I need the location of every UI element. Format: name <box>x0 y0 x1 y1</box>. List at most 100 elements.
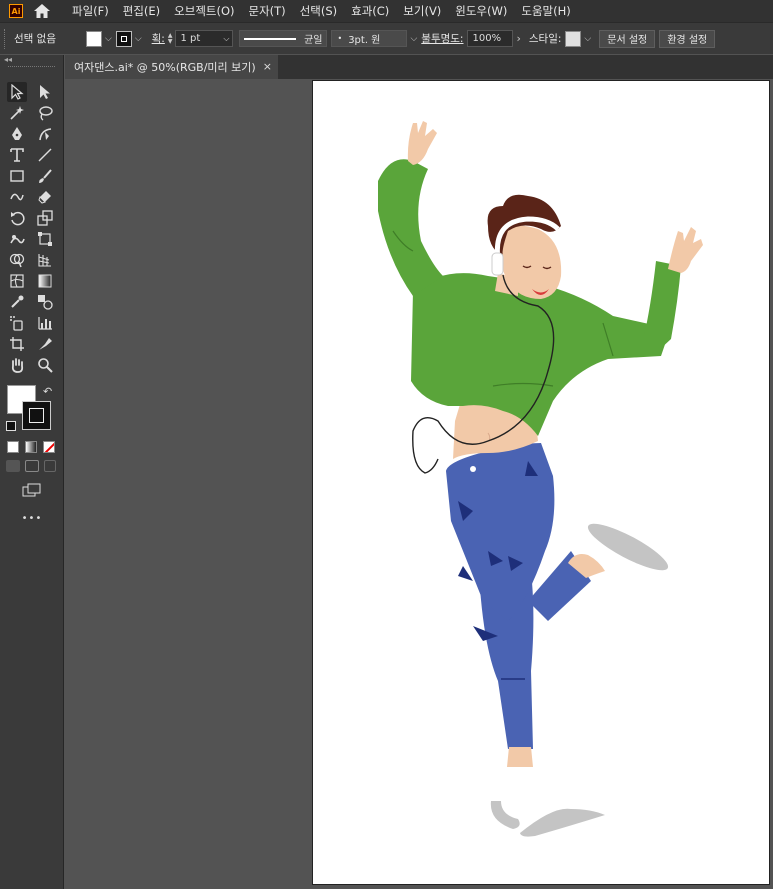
panel-grip[interactable] <box>4 28 8 49</box>
gradient-tool[interactable] <box>35 271 55 291</box>
lasso-icon <box>39 106 53 121</box>
document-setup-button[interactable]: 문서 설정 <box>599 29 656 48</box>
menu-window[interactable]: 윈도우(W) <box>448 3 514 19</box>
stroke-swatch[interactable] <box>115 30 132 47</box>
headphone-cup <box>491 252 504 276</box>
dancing-woman-illustration[interactable] <box>313 81 771 886</box>
mesh-icon <box>10 274 24 288</box>
eraser-icon <box>38 191 51 204</box>
stroke-weight-field[interactable]: 1 pt ⌵ <box>175 30 234 47</box>
draw-behind-icon[interactable] <box>25 460 39 472</box>
symbol-sprayer-tool[interactable] <box>7 313 27 333</box>
gradient-icon <box>38 274 52 288</box>
menu-type[interactable]: 문자(T) <box>242 3 293 19</box>
document-tab[interactable]: 여자댄스.ai* @ 50%(RGB/미리 보기) × <box>65 55 278 79</box>
artboard-tool[interactable] <box>7 334 27 354</box>
shoe-shadow-right <box>520 808 605 837</box>
menu-effect[interactable]: 효과(C) <box>344 3 396 19</box>
collapse-panel-icon[interactable]: ◂◂ <box>0 55 63 71</box>
pen-tool[interactable] <box>7 124 27 144</box>
tools-panel: ◂◂ ↶ ••• <box>0 55 64 889</box>
menu-file[interactable]: 파일(F) <box>65 3 116 19</box>
stroke-color-box[interactable] <box>22 401 51 430</box>
menu-object[interactable]: 오브젝트(O) <box>167 3 241 19</box>
free-transform-tool[interactable] <box>35 229 55 249</box>
brush-dropdown-icon[interactable]: ⌵ <box>410 34 417 44</box>
menu-bar: Ai 파일(F) 편집(E) 오브젝트(O) 문자(T) 선택(S) 효과(C)… <box>0 0 773 22</box>
home-icon[interactable] <box>33 2 51 20</box>
selection-tool[interactable] <box>7 82 27 102</box>
pen-icon <box>12 127 22 140</box>
style-label: 스타일: <box>528 33 562 45</box>
shape-builder-tool[interactable] <box>7 250 27 270</box>
symbol-sprayer-icon <box>10 316 23 331</box>
gradient-mode-icon[interactable] <box>25 441 37 453</box>
canvas[interactable] <box>65 79 773 889</box>
artboard[interactable] <box>312 80 770 885</box>
chevron-down-icon[interactable]: ⌵ <box>223 34 229 44</box>
edit-toolbar-icon[interactable]: ••• <box>0 513 64 524</box>
scale-tool[interactable] <box>35 208 55 228</box>
stroke-profile-select[interactable]: 균일 <box>239 30 328 47</box>
brush-select[interactable]: • 3pt. 원 <box>331 30 408 47</box>
type-tool[interactable] <box>7 145 27 165</box>
rotate-tool[interactable] <box>7 208 27 228</box>
paintbrush-tool[interactable] <box>35 166 55 186</box>
menu-help[interactable]: 도움말(H) <box>514 3 577 19</box>
menu-select[interactable]: 선택(S) <box>293 3 344 19</box>
hand-icon <box>11 358 24 373</box>
shaper-icon <box>10 193 24 201</box>
blend-tool[interactable] <box>35 292 55 312</box>
left-hand <box>407 121 437 165</box>
document-tab-bar: 여자댄스.ai* @ 50%(RGB/미리 보기) × <box>65 55 773 79</box>
perspective-grid-tool[interactable] <box>35 250 55 270</box>
slice-icon <box>39 338 52 350</box>
perspective-grid-icon <box>38 254 51 267</box>
app-logo: Ai <box>9 4 23 18</box>
rectangle-tool[interactable] <box>7 166 27 186</box>
eyedropper-icon <box>11 295 24 308</box>
opacity-label[interactable]: 불투명도: <box>421 31 463 46</box>
fill-dropdown-icon[interactable]: ⌵ <box>105 34 112 44</box>
draw-normal-icon[interactable] <box>6 460 20 472</box>
style-swatch[interactable] <box>565 30 582 47</box>
zoom-tool[interactable] <box>35 355 55 375</box>
swap-fill-stroke-icon[interactable]: ↶ <box>43 385 52 398</box>
slice-tool[interactable] <box>35 334 55 354</box>
close-icon[interactable]: × <box>263 60 272 73</box>
mesh-tool[interactable] <box>7 271 27 291</box>
line-segment-tool[interactable] <box>35 145 55 165</box>
default-colors-icon[interactable] <box>6 421 16 431</box>
curvature-tool[interactable] <box>35 124 55 144</box>
eyedropper-tool[interactable] <box>7 292 27 312</box>
none-mode-icon[interactable] <box>43 441 55 453</box>
column-graph-icon <box>38 317 52 330</box>
artboard-icon <box>10 337 24 351</box>
magic-wand-tool[interactable] <box>7 103 27 123</box>
stroke-label[interactable]: 획: <box>152 31 165 46</box>
preferences-button[interactable]: 환경 설정 <box>659 29 716 48</box>
hand-tool[interactable] <box>7 355 27 375</box>
scale-icon <box>37 210 53 226</box>
opacity-value: 100% <box>472 33 502 44</box>
shaper-tool[interactable] <box>7 187 27 207</box>
eraser-tool[interactable] <box>35 187 55 207</box>
chevron-right-icon[interactable]: › <box>516 32 520 45</box>
lasso-tool[interactable] <box>35 103 55 123</box>
type-icon <box>10 148 24 162</box>
screen-mode-icon[interactable] <box>22 483 42 497</box>
column-graph-tool[interactable] <box>35 313 55 333</box>
draw-inside-icon[interactable] <box>44 460 56 472</box>
direct-selection-tool[interactable] <box>35 82 55 102</box>
style-dropdown-icon[interactable]: ⌵ <box>584 34 591 44</box>
stroke-stepper-icon[interactable]: ▲ ▼ <box>168 32 173 45</box>
warp-tool[interactable] <box>7 229 27 249</box>
menu-view[interactable]: 보기(V) <box>396 3 448 19</box>
opacity-field[interactable]: 100% <box>467 30 514 47</box>
stroke-dropdown-icon[interactable]: ⌵ <box>135 34 142 44</box>
right-hand <box>668 227 703 273</box>
menu-edit[interactable]: 편집(E) <box>116 3 167 19</box>
free-transform-icon <box>38 232 52 246</box>
fill-swatch[interactable] <box>85 30 102 47</box>
color-mode-icon[interactable] <box>7 441 19 453</box>
